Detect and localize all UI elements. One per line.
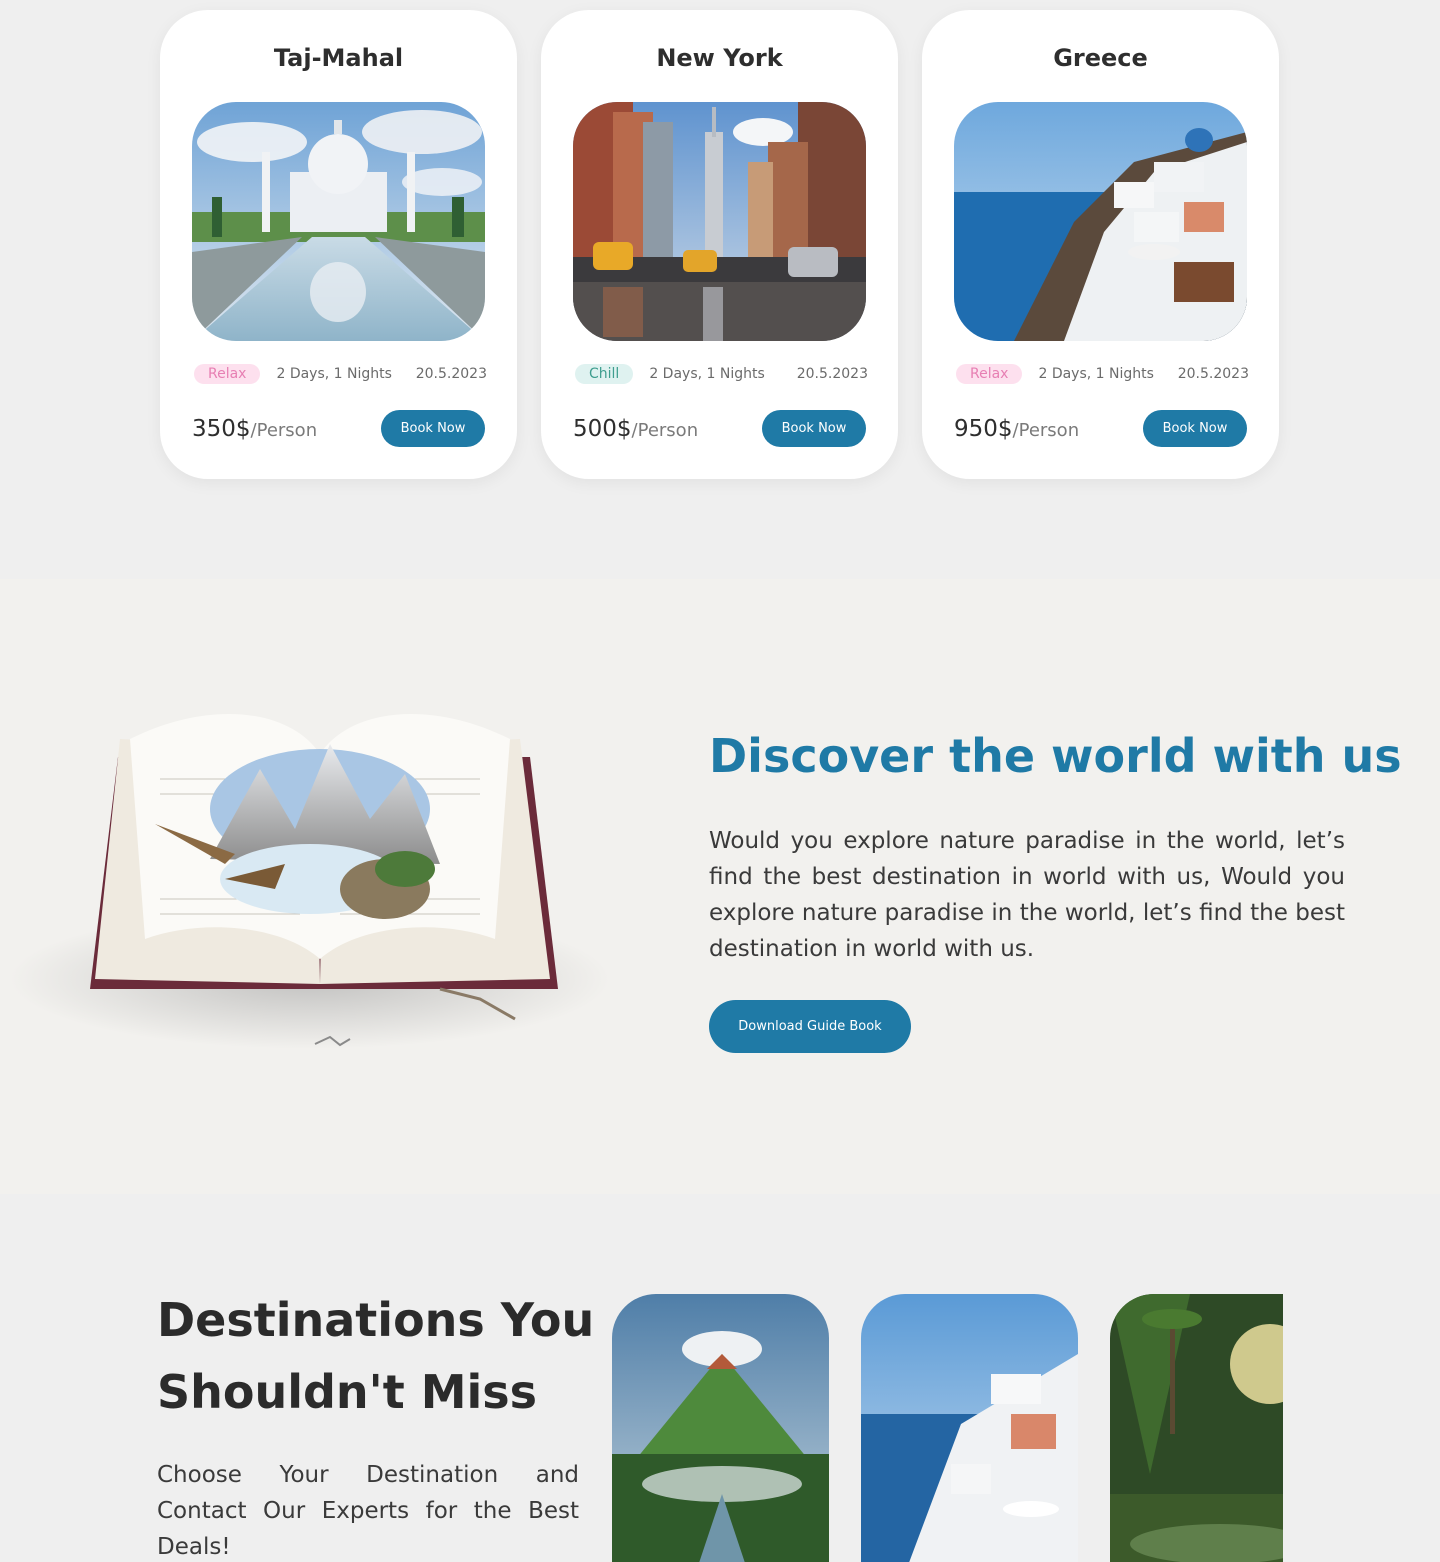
- tour-title: Taj-Mahal: [273, 44, 404, 72]
- tour-footer: 350$/Person Book Now: [192, 410, 485, 447]
- discover-description: Would you explore nature paradise in the…: [709, 828, 1345, 962]
- download-guide-book-button[interactable]: Download Guide Book: [709, 1000, 911, 1053]
- tour-price: 500$/Person: [573, 416, 698, 442]
- taj-mahal-image: [192, 102, 485, 341]
- tag-badge: Relax: [956, 364, 1023, 384]
- tour-price: 350$/Person: [192, 416, 317, 442]
- price-unit: /Person: [250, 419, 318, 441]
- new-york-image: [573, 102, 866, 341]
- price-unit: /Person: [1012, 419, 1080, 441]
- tour-price: 950$/Person: [954, 416, 1079, 442]
- price-value: 950$: [954, 415, 1013, 442]
- tour-meta: Relax 2 Days, 1 Nights 20.5.2023: [956, 364, 1249, 384]
- destinations-gallery: [612, 1294, 1283, 1562]
- book-now-button[interactable]: Book Now: [762, 410, 866, 447]
- tour-card-new-york: New York Chill 2 Days, 1 Nights 20.5.202…: [541, 10, 898, 479]
- tour-duration: 2 Days, 1 Nights: [1038, 366, 1154, 382]
- tour-title: New York: [656, 44, 783, 72]
- destinations-title: Destinations You Shouldn't Miss: [157, 1293, 595, 1419]
- price-value: 500$: [573, 415, 632, 442]
- tour-duration: 2 Days, 1 Nights: [649, 366, 765, 382]
- tour-date: 20.5.2023: [1177, 366, 1249, 382]
- greece-image: [954, 102, 1247, 341]
- discover-title: Discover the world with us: [709, 729, 1402, 783]
- destination-tile-santorini[interactable]: [861, 1294, 1078, 1562]
- tour-card-taj-mahal: Taj-Mahal Relax 2 Days, 1 Nights 20.5.20…: [160, 10, 517, 479]
- tour-card-greece: Greece Relax 2 Days, 1 Nights 20.5.2023 …: [922, 10, 1279, 479]
- discover-section: Discover the world with us Would you exp…: [0, 579, 1440, 1194]
- tour-footer: 950$/Person Book Now: [954, 410, 1247, 447]
- book-now-button[interactable]: Book Now: [381, 410, 485, 447]
- tour-title: Greece: [1053, 44, 1148, 72]
- destination-tile-jungle[interactable]: [1110, 1294, 1283, 1562]
- open-book-illustration: [10, 579, 625, 1194]
- tour-duration: 2 Days, 1 Nights: [276, 366, 392, 382]
- price-unit: /Person: [631, 419, 699, 441]
- book-now-button[interactable]: Book Now: [1143, 410, 1247, 447]
- tour-footer: 500$/Person Book Now: [573, 410, 866, 447]
- tag-badge: Relax: [194, 364, 261, 384]
- tour-cards: Taj-Mahal Relax 2 Days, 1 Nights 20.5.20…: [160, 10, 1279, 479]
- tour-meta: Chill 2 Days, 1 Nights 20.5.2023: [575, 364, 868, 384]
- tour-date: 20.5.2023: [796, 366, 868, 382]
- tour-meta: Relax 2 Days, 1 Nights 20.5.2023: [194, 364, 487, 384]
- destination-tile-volcano[interactable]: [612, 1294, 829, 1562]
- tag-badge: Chill: [575, 364, 634, 384]
- tour-date: 20.5.2023: [415, 366, 487, 382]
- destinations-description: Choose Your Destination and Contact Our …: [157, 1462, 579, 1560]
- price-value: 350$: [192, 415, 251, 442]
